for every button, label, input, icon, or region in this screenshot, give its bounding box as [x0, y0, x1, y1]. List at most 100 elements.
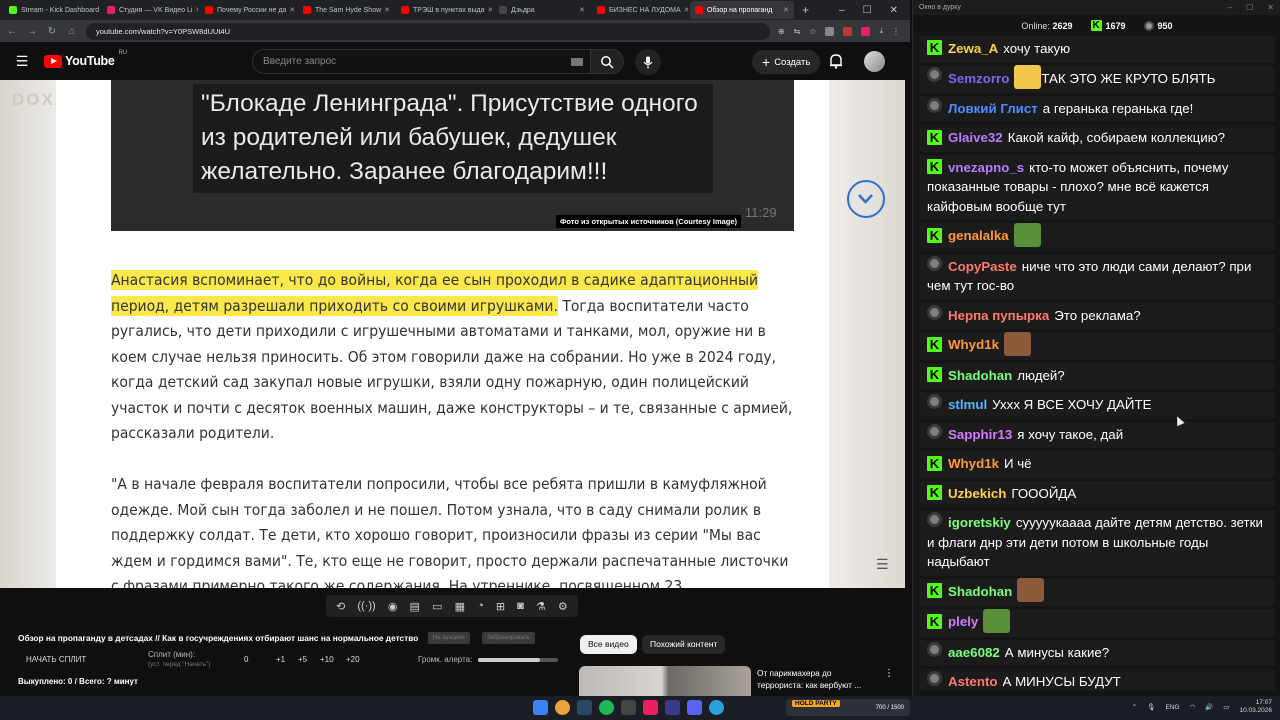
spotify-icon[interactable]	[599, 700, 614, 715]
extension-icon[interactable]	[861, 26, 871, 36]
account-avatar[interactable]	[864, 51, 885, 72]
browser-tab[interactable]: Почему России не да ✕	[200, 1, 296, 19]
chat-username[interactable]: Astento	[948, 674, 998, 689]
wifi-icon[interactable]: ◠	[1190, 703, 1196, 711]
battery-icon[interactable]: ▭	[1223, 703, 1229, 711]
obs-icon[interactable]	[665, 700, 680, 715]
chat-username[interactable]: Нерпа пупырка	[948, 308, 1049, 323]
chat-username[interactable]: Shadohan	[948, 368, 1012, 383]
chip-related[interactable]: Похожий контент	[642, 635, 726, 654]
clock[interactable]: 17:07 10.03.2026	[1239, 699, 1272, 715]
home-icon[interactable]: ⌂	[66, 26, 78, 37]
gear-icon[interactable]: ⚙	[558, 600, 568, 613]
create-button[interactable]: + Создать	[752, 50, 821, 74]
keyboard-icon[interactable]	[571, 57, 583, 66]
audio-icon[interactable]: ((·))	[357, 600, 375, 612]
film-icon[interactable]: ▤	[410, 600, 420, 613]
speed-icon[interactable]: ◔	[477, 600, 484, 612]
auction-button[interactable]: На аукцион	[428, 632, 470, 644]
chat-username[interactable]: Shadohan	[948, 584, 1012, 599]
volume-icon[interactable]: 🔊	[1205, 703, 1213, 711]
install-icon[interactable]: ⊕	[778, 27, 785, 36]
screenshot-icon[interactable]: ⊞	[496, 600, 505, 613]
close-tab-icon[interactable]: ✕	[485, 6, 493, 14]
chat-username[interactable]: Sapphir13	[948, 427, 1012, 442]
close-window-icon[interactable]: ✕	[890, 5, 898, 16]
browser-tab[interactable]: Студия — VK Видео Li✕	[102, 1, 198, 19]
chat-username[interactable]: vnezapno_s	[948, 160, 1024, 175]
chat-username[interactable]: Semzorro	[948, 71, 1009, 86]
close-window-icon[interactable]: ✕	[1267, 3, 1274, 12]
telegram-icon[interactable]	[709, 700, 724, 715]
reserve-button[interactable]: Забронировать	[482, 632, 535, 644]
app-icon[interactable]	[643, 700, 658, 715]
close-tab-icon[interactable]: ✕	[780, 6, 789, 14]
chat-username[interactable]: Zewa_A	[948, 41, 998, 56]
close-tab-icon[interactable]: ✕	[192, 6, 198, 14]
split-add-10-button[interactable]: +10	[320, 655, 334, 664]
chat-username[interactable]: plely	[948, 614, 978, 629]
language-indicator[interactable]: ENG	[1165, 704, 1179, 711]
recommendation-thumbnail[interactable]	[579, 666, 751, 696]
windows-start-icon[interactable]	[533, 700, 548, 715]
picture-icon[interactable]: ▭	[432, 600, 442, 613]
search-input[interactable]: Введите запрос	[252, 49, 592, 74]
download-icon[interactable]: ⤓	[879, 26, 883, 36]
minimize-icon[interactable]: –	[1228, 3, 1232, 12]
chat-username[interactable]: Whyd1k	[948, 337, 999, 352]
forward-icon[interactable]: →	[26, 26, 38, 37]
browser-tab[interactable]: The Sam Hyde Show ✕	[298, 1, 394, 19]
back-icon[interactable]: ←	[6, 26, 18, 37]
chat-username[interactable]: genalalka	[948, 228, 1009, 243]
youtube-logo[interactable]: YouTube RU	[44, 50, 127, 68]
voice-search-button[interactable]	[635, 49, 661, 75]
notifications-button[interactable]	[829, 53, 843, 74]
split-add-1-button[interactable]: +1	[276, 655, 285, 664]
translate-icon[interactable]: ⇆	[794, 27, 801, 36]
chat-username[interactable]: Glaive32	[948, 130, 1003, 145]
maximize-icon[interactable]: ☐	[863, 5, 872, 16]
extension-icon[interactable]	[825, 26, 835, 36]
loop-icon[interactable]: ⟲	[336, 600, 345, 613]
url-field[interactable]: youtube.com/watch?v=Y0PSW8dUUt4U	[86, 22, 770, 40]
app-icon[interactable]	[621, 700, 636, 715]
camera-icon[interactable]: ◙	[517, 600, 524, 612]
chrome-icon[interactable]	[555, 700, 570, 715]
start-split-button[interactable]: НАЧАТЬ СПЛИТ	[26, 655, 86, 664]
menu-dots-icon[interactable]: ⋮	[892, 27, 900, 36]
chat-username[interactable]: igoretskiy	[948, 515, 1011, 530]
browser-tab[interactable]: Дзьдра ✕	[494, 1, 590, 19]
extension-icon[interactable]	[843, 26, 853, 36]
close-tab-icon[interactable]: ✕	[99, 6, 100, 14]
chat-username[interactable]: stlmul	[948, 397, 987, 412]
more-vert-icon[interactable]: ⋮	[884, 668, 894, 679]
alert-volume-slider[interactable]	[478, 658, 558, 662]
chat-message-list[interactable]: K Zewa_A хочу такую Semzorro ТАК ЭТО ЖЕ КРУТ…	[919, 36, 1275, 691]
chevron-up-icon[interactable]: ⌃	[1132, 703, 1137, 711]
maximize-icon[interactable]: ☐	[1246, 3, 1253, 12]
browser-tab[interactable]: Обзор на пропаганд ✕	[690, 1, 794, 19]
chat-username[interactable]: Ловкий Глист	[948, 101, 1038, 116]
steam-icon[interactable]	[577, 700, 592, 715]
split-add-5-button[interactable]: +5	[298, 655, 307, 664]
flask-icon[interactable]: ⚗	[536, 600, 546, 613]
close-tab-icon[interactable]: ✕	[286, 6, 295, 14]
browser-tab[interactable]: БИЗНЕС НА ЛУДОМА ✕	[592, 1, 688, 19]
menu-icon[interactable]: ☰	[0, 53, 44, 70]
video-player[interactable]: DOXA "Блокаде Ленинграда". Присутствие о…	[0, 80, 905, 588]
recommendation-title[interactable]: От парикмахера до террориста: как вербую…	[757, 667, 877, 691]
discord-icon[interactable]	[687, 700, 702, 715]
minimize-icon[interactable]: –	[839, 5, 845, 16]
chat-username[interactable]: aae6082	[948, 645, 1000, 660]
close-tab-icon[interactable]: ✕	[576, 6, 585, 14]
close-tab-icon[interactable]: ✕	[381, 6, 390, 14]
reload-icon[interactable]: ↻	[46, 26, 58, 37]
search-button[interactable]	[590, 49, 624, 74]
chat-username[interactable]: Uzbekich	[948, 486, 1006, 501]
chip-all-videos[interactable]: Все видео	[580, 635, 637, 654]
eye-icon[interactable]: ◉	[388, 600, 398, 613]
split-add-20-button[interactable]: +20	[346, 655, 360, 664]
chat-username[interactable]: CopyPaste	[948, 259, 1017, 274]
browser-tab[interactable]: ТРЭШ в пунктах выда ✕	[396, 1, 492, 19]
chat-username[interactable]: Whyd1k	[948, 456, 999, 471]
